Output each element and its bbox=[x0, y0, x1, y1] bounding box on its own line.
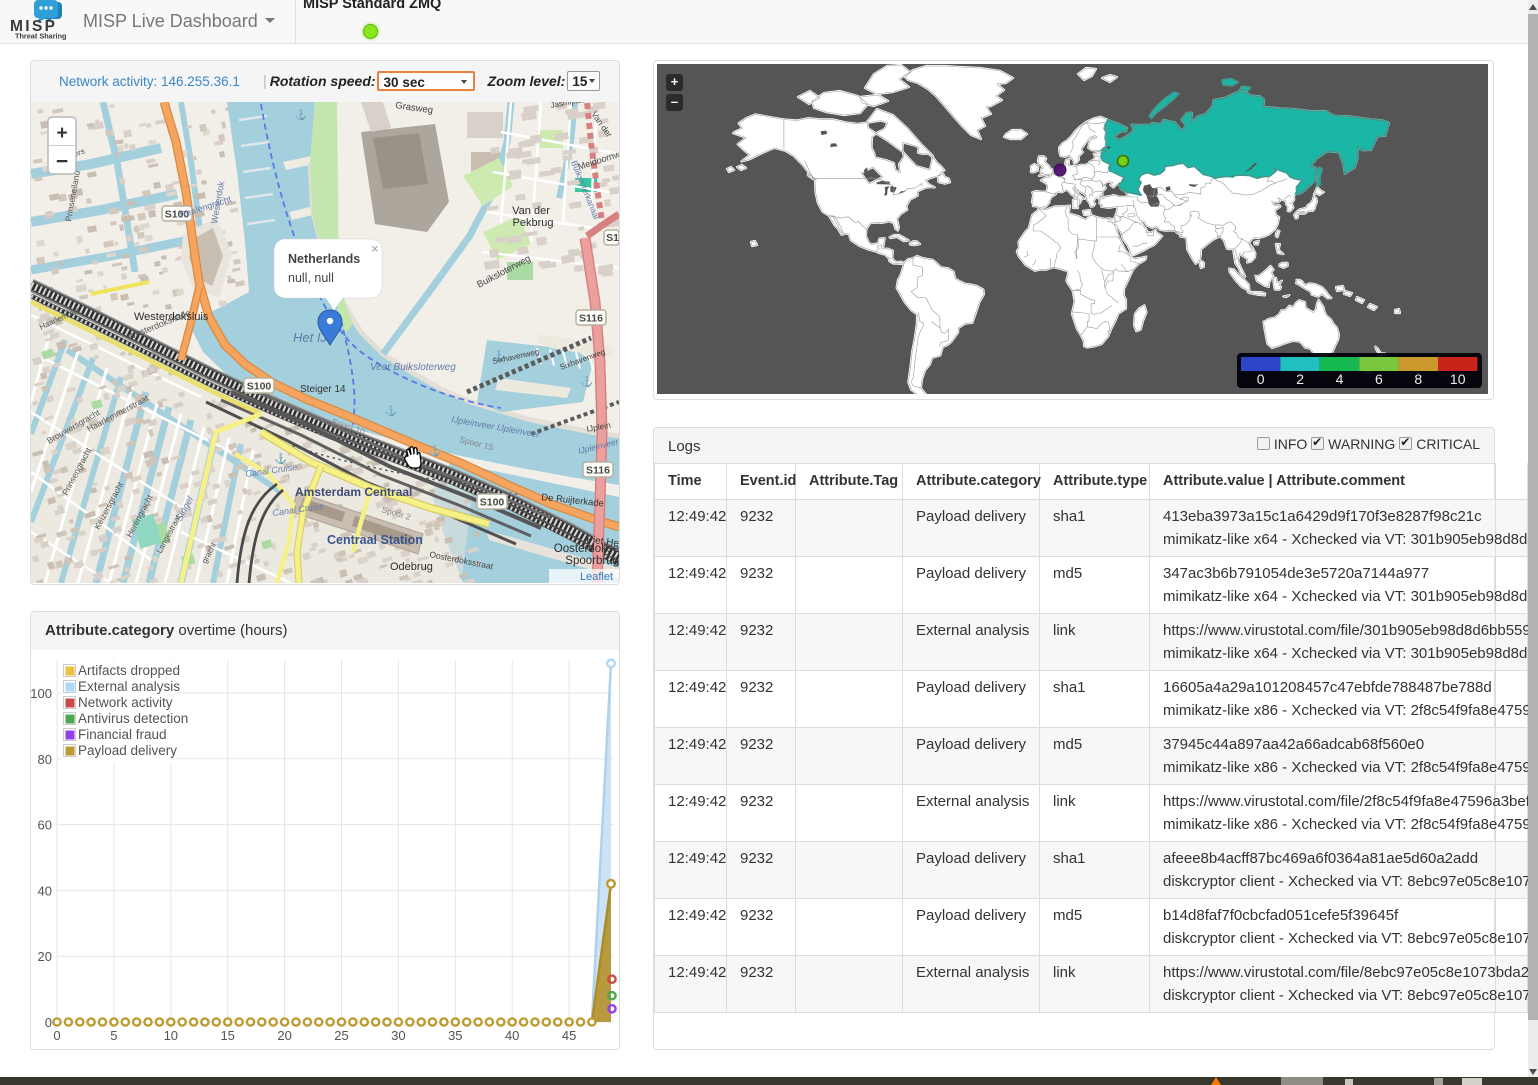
svg-text:10: 10 bbox=[164, 1028, 178, 1043]
svg-text:80: 80 bbox=[38, 752, 52, 767]
svg-text:Spoorbrug: Spoorbrug bbox=[565, 555, 619, 567]
svg-text:−: − bbox=[56, 150, 68, 173]
svg-text:Centraal Station: Centraal Station bbox=[327, 533, 423, 547]
svg-text:External analysis: External analysis bbox=[78, 679, 180, 694]
svg-text:Antivirus detection: Antivirus detection bbox=[78, 711, 188, 726]
svg-text:Amsterdam Centraal: Amsterdam Centraal bbox=[295, 485, 412, 499]
svg-text:S116: S116 bbox=[586, 465, 610, 477]
svg-text:Veer Buiksloterweg: Veer Buiksloterweg bbox=[370, 362, 456, 373]
svg-text:×: × bbox=[371, 241, 379, 256]
svg-text:4: 4 bbox=[1336, 371, 1344, 387]
svg-text:Network activity: Network activity bbox=[78, 695, 173, 710]
svg-text:S116: S116 bbox=[579, 313, 603, 325]
svg-text:25: 25 bbox=[334, 1028, 348, 1043]
svg-text:⚓: ⚓ bbox=[295, 108, 307, 121]
svg-text:15: 15 bbox=[220, 1028, 234, 1043]
svg-text:⚓: ⚓ bbox=[429, 444, 441, 457]
svg-text:+: + bbox=[56, 123, 67, 144]
svg-text:6: 6 bbox=[1375, 371, 1383, 387]
svg-text:Van der: Van der bbox=[512, 205, 550, 217]
svg-text:60: 60 bbox=[38, 818, 52, 833]
svg-text:20: 20 bbox=[277, 1028, 291, 1043]
svg-text:35: 35 bbox=[448, 1028, 462, 1043]
svg-text:40: 40 bbox=[505, 1028, 519, 1043]
svg-text:0: 0 bbox=[53, 1028, 60, 1043]
svg-text:Financial fraud: Financial fraud bbox=[78, 727, 167, 742]
svg-text:⚓: ⚓ bbox=[581, 375, 593, 388]
svg-text:45: 45 bbox=[562, 1028, 576, 1043]
svg-text:Steiger 14: Steiger 14 bbox=[300, 384, 346, 395]
svg-text:Pekbrug: Pekbrug bbox=[513, 217, 554, 229]
svg-text:0: 0 bbox=[45, 1015, 52, 1030]
svg-text:100: 100 bbox=[31, 686, 52, 701]
svg-text:40: 40 bbox=[38, 883, 52, 898]
svg-text:Netherlands: Netherlands bbox=[288, 252, 360, 266]
svg-text:⚓: ⚓ bbox=[385, 404, 397, 417]
svg-text:Odebrug: Odebrug bbox=[390, 561, 433, 573]
svg-text:2: 2 bbox=[1296, 371, 1304, 387]
svg-text:Threat Sharing: Threat Sharing bbox=[15, 32, 67, 41]
svg-text:0: 0 bbox=[1257, 371, 1265, 387]
svg-text:Artifacts dropped: Artifacts dropped bbox=[78, 663, 180, 678]
svg-text:8: 8 bbox=[1414, 371, 1422, 387]
svg-text:20: 20 bbox=[38, 949, 52, 964]
svg-text:S100: S100 bbox=[480, 497, 505, 509]
svg-text:S1: S1 bbox=[606, 232, 619, 244]
svg-text:30: 30 bbox=[391, 1028, 405, 1043]
svg-text:Payload delivery: Payload delivery bbox=[78, 743, 177, 758]
svg-text:null, null: null, null bbox=[288, 271, 334, 285]
svg-text:10: 10 bbox=[1450, 371, 1466, 387]
svg-text:5: 5 bbox=[110, 1028, 117, 1043]
svg-text:S100: S100 bbox=[247, 381, 272, 393]
svg-text:Leaflet: Leaflet bbox=[580, 571, 613, 583]
